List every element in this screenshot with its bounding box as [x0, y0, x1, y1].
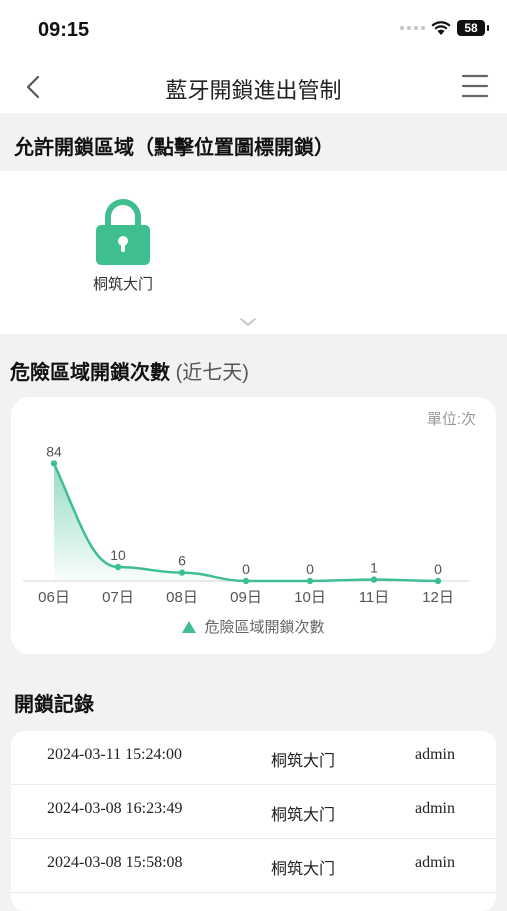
data-label: 1 — [370, 560, 378, 576]
record-time: 2024-03-08 15:58:08 — [47, 854, 183, 871]
battery-icon: 58 — [457, 20, 489, 36]
data-point — [178, 569, 186, 576]
data-point — [306, 577, 314, 585]
data-point — [50, 460, 58, 467]
record-location: 桐筑大门 — [271, 861, 336, 878]
legend-triangle-icon — [182, 621, 197, 633]
wifi-icon — [431, 21, 451, 35]
x-tick-label: 10日 — [294, 589, 326, 606]
data-point — [370, 576, 378, 583]
record-location: 桐筑大门 — [271, 753, 336, 770]
chart-legend[interactable]: 危險區域開鎖次數 — [11, 616, 496, 637]
data-point — [242, 577, 250, 585]
unlock-count-chart: 84 06日 10 07日 6 08日 0 09日 0 10日 1 11日 0 12日 — [23, 443, 469, 606]
data-label: 0 — [434, 561, 442, 577]
location-lock-button[interactable]: 桐筑大门 — [78, 197, 168, 294]
x-tick-label: 06日 — [38, 589, 70, 606]
records-section-title: 開鎖記錄 — [14, 694, 94, 716]
record-row[interactable]: 2024-03-08 16:23:49 桐筑大门 admin — [11, 785, 496, 839]
x-tick-label: 08日 — [166, 589, 198, 606]
x-tick-label: 12日 — [422, 589, 454, 606]
status-bar: 09:15 58 — [0, 0, 507, 60]
record-row[interactable]: 2024-03-08 15:58:08 桐筑大门 admin — [11, 839, 496, 893]
record-user: admin — [415, 746, 455, 763]
unlock-area: 桐筑大门 — [0, 171, 507, 334]
status-time: 09:15 — [38, 19, 90, 41]
record-user: admin — [415, 800, 455, 817]
data-point — [434, 577, 442, 585]
record-location: 桐筑大门 — [271, 807, 336, 824]
menu-icon[interactable] — [461, 73, 489, 99]
record-row[interactable]: 2024-03-11 15:24:00 桐筑大门 admin — [11, 731, 496, 785]
data-label: 10 — [110, 547, 126, 563]
status-icons: 58 — [400, 20, 489, 36]
chevron-down-icon[interactable] — [239, 317, 257, 327]
data-label: 0 — [242, 561, 250, 577]
x-tick-label: 11日 — [359, 589, 390, 606]
signal-icon — [400, 26, 425, 30]
lock-icon — [96, 199, 150, 265]
unlock-section-title: 允許開鎖區域（點擊位置圖標開鎖） — [14, 137, 334, 159]
chart-card: 單位:次 84 06日 10 07日 6 08日 0 09日 0 10日 1 11日 0 12日 危險區域… — [11, 397, 496, 654]
unlock-section-header: 允許開鎖區域（點擊位置圖標開鎖） — [0, 113, 507, 171]
record-user: admin — [415, 854, 455, 871]
records-list: 2024-03-11 15:24:00 桐筑大门 admin 2024-03-0… — [11, 731, 496, 911]
data-label: 6 — [178, 553, 186, 569]
chart-subtitle: (近七天) — [175, 362, 249, 384]
page-title: 藍牙開鎖進出管制 — [165, 78, 342, 103]
record-time: 2024-03-11 15:24:00 — [47, 746, 182, 763]
chart-title: 危險區域開鎖次數 — [10, 362, 170, 384]
record-time: 2024-03-08 16:23:49 — [47, 800, 183, 817]
x-tick-label: 07日 — [102, 589, 134, 606]
legend-label: 危險區域開鎖次數 — [204, 619, 325, 636]
record-row[interactable] — [11, 893, 496, 911]
x-tick-label: 09日 — [230, 589, 262, 606]
data-point — [114, 563, 122, 571]
nav-bar: 藍牙開鎖進出管制 — [0, 60, 507, 113]
data-label: 0 — [306, 561, 314, 577]
chart-section-title: 危險區域開鎖次數 (近七天) — [10, 356, 249, 385]
data-label: 84 — [46, 443, 62, 459]
location-label: 桐筑大门 — [92, 276, 153, 293]
